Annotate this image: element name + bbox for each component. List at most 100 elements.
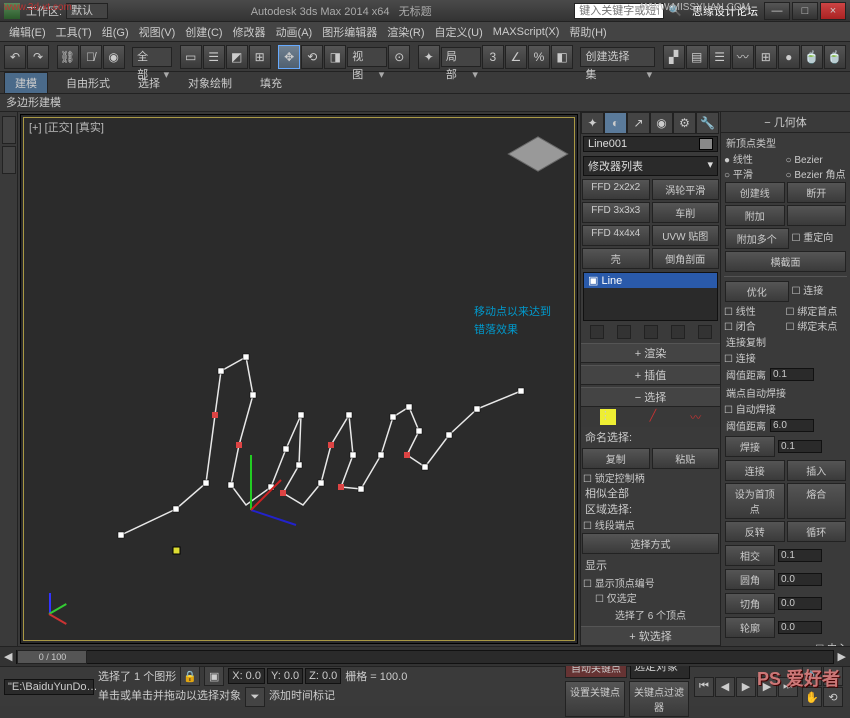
timeline-next-icon[interactable]: ▶ [838,650,846,663]
attach-button[interactable]: 附加 [725,205,785,226]
linear-checkbox[interactable]: 线性 [724,303,786,318]
modifier-stack[interactable]: ▣ Line [583,272,718,321]
mod-shell[interactable]: 壳 [582,248,650,269]
menu-render[interactable]: 渲染(R) [382,24,429,40]
select-name-button[interactable]: ☰ [203,45,225,69]
cycle-button[interactable]: 循环 [787,521,847,542]
menu-help[interactable]: 帮助(H) [564,24,611,40]
align-button[interactable]: ▤ [686,45,708,69]
object-name-field[interactable]: Line001 [583,136,718,152]
stack-item-line[interactable]: ▣ Line [584,273,717,288]
menu-view[interactable]: 视图(V) [134,24,181,40]
time-slider-thumb[interactable]: 0 / 100 [17,650,87,664]
rotate-button[interactable]: ⟲ [301,45,323,69]
insert-button[interactable]: 插入 [787,460,847,481]
lock-selection-icon[interactable]: 🔒 [180,666,200,686]
smooth-radio[interactable]: 平滑 [724,166,786,181]
ribbon-tab-modeling[interactable]: 建模 [4,72,48,94]
paste-named-sel-button[interactable]: 粘贴 [652,448,720,469]
mod-uvwmap[interactable]: UVW 贴图 [652,225,720,246]
schematic-button[interactable]: ⊞ [755,45,777,69]
closed-checkbox[interactable]: 闭合 [724,318,786,333]
menu-modifiers[interactable]: 修改器 [228,24,271,40]
vertex-subobj-icon[interactable]: ⋮ [600,409,616,425]
make-first-button[interactable]: 设为首顶点 [725,483,785,519]
mod-bevelprofile[interactable]: 倒角剖面 [652,248,720,269]
similar-radio[interactable]: 相似 [585,488,607,500]
chamfer-spinner[interactable]: 0.0 [778,597,822,610]
redo-button[interactable]: ↷ [27,45,49,69]
spinner-snap-button[interactable]: ◧ [551,45,573,69]
attach-list-button[interactable] [787,205,847,226]
color-swatch[interactable] [699,138,713,150]
unlink-button[interactable]: ⛓̸ [80,45,102,69]
add-time-tag[interactable]: 添加时间标记 [269,687,335,707]
select-button[interactable]: ▭ [180,45,202,69]
connect-copy-checkbox[interactable]: 连接 [724,354,756,365]
ribbon-subpanel[interactable]: 多边形建模 [0,94,850,112]
cross-insert-spinner[interactable]: 0.1 [778,549,822,562]
outline-spinner[interactable]: 0.0 [778,621,822,634]
angle-snap-button[interactable]: ∠ [505,45,527,69]
bind-button[interactable]: ◉ [103,45,125,69]
mirror-button[interactable]: ▞ [663,45,685,69]
snap-dropdown[interactable]: 局部 [441,47,481,67]
segment-subobj-icon[interactable]: ╱ [650,409,657,425]
mod-ffd333[interactable]: FFD 3x3x3 [582,202,650,223]
select-by-button[interactable]: 选择方式 [582,533,719,554]
manipulate-button[interactable]: ✦ [418,45,440,69]
prev-frame-icon[interactable]: ◀ [715,677,735,697]
named-selection-dropdown[interactable]: 创建选择集 [580,47,655,67]
rollout-softsel[interactable]: + 软选择 [581,626,720,646]
window-crossing-button[interactable]: ⊞ [249,45,271,69]
select-region-button[interactable]: ◩ [226,45,248,69]
spline-subobj-icon[interactable]: 〰 [690,409,701,425]
reverse-button[interactable]: 反转 [725,521,785,542]
attach-multi-button[interactable]: 附加多个 [725,228,789,249]
cmdtab-display[interactable]: ⚙ [673,112,696,134]
script-listener[interactable]: "E:\BaiduYunDo… [4,679,94,695]
move-button[interactable]: ✥ [278,45,300,69]
ribbon-tab-freeform[interactable]: 自由形式 [56,73,120,93]
link-button[interactable]: ⛓ [57,45,79,69]
outline-button[interactable]: 轮廓 [725,617,775,638]
menu-graph[interactable]: 图形编辑器 [317,24,382,40]
isolate-icon[interactable]: ▣ [204,666,224,686]
menu-create[interactable]: 创建(C) [180,24,227,40]
time-slider[interactable]: ◀ 0 / 100 ▶ [0,646,850,666]
menu-maxscript[interactable]: MAXScript(X) [488,26,565,38]
refcoord-dropdown[interactable]: 视图 [347,47,387,67]
mod-turbosmooth[interactable]: 涡轮平滑 [652,179,720,200]
cmdtab-utilities[interactable]: 🔧 [696,112,719,134]
segment-end-checkbox[interactable]: 线段端点 [581,517,720,532]
menu-customize[interactable]: 自定义(U) [430,24,488,40]
reorient-checkbox[interactable]: 重定向 [790,227,848,250]
close-button[interactable]: × [820,2,846,20]
threshold2-spinner[interactable]: 6.0 [770,419,814,432]
vtool-2[interactable] [2,146,16,174]
cmdtab-modify[interactable]: ◐ [604,112,627,134]
rollout-interpolation[interactable]: + 插值 [581,365,720,385]
ribbon-tab-populate[interactable]: 填充 [250,73,292,93]
play-icon[interactable]: ▶ [736,677,756,697]
bezier-corner-radio[interactable]: Bezier 角点 [786,166,848,181]
render-setup-button[interactable]: 🍵 [801,45,823,69]
timeline-prev-icon[interactable]: ◀ [4,650,12,663]
refine-button[interactable]: 优化 [725,281,789,302]
auto-weld-checkbox[interactable]: 自动焊接 [724,405,776,416]
layers-button[interactable]: ☰ [709,45,731,69]
undo-button[interactable]: ↶ [4,45,26,69]
selected-only-checkbox[interactable]: 仅选定 [581,590,720,605]
cmdtab-motion[interactable]: ◉ [650,112,673,134]
rollout-render[interactable]: + 渲染 [581,343,720,363]
menu-group[interactable]: 组(G) [97,24,134,40]
material-button[interactable]: ● [778,45,800,69]
percent-snap-button[interactable]: % [528,45,550,69]
create-line-button[interactable]: 创建线 [725,182,785,203]
mod-ffd222[interactable]: FFD 2x2x2 [582,179,650,200]
chamfer-button[interactable]: 切角 [725,593,775,614]
connect-checkbox[interactable]: 连接 [790,280,848,303]
viewport[interactable]: [+] [正交] [真实] 移动点以来达到 错落效果 [20,114,578,644]
ribbon-tab-objectpaint[interactable]: 对象绘制 [178,73,242,93]
modifier-list-dropdown[interactable]: 修改器列表▾ [583,156,718,176]
